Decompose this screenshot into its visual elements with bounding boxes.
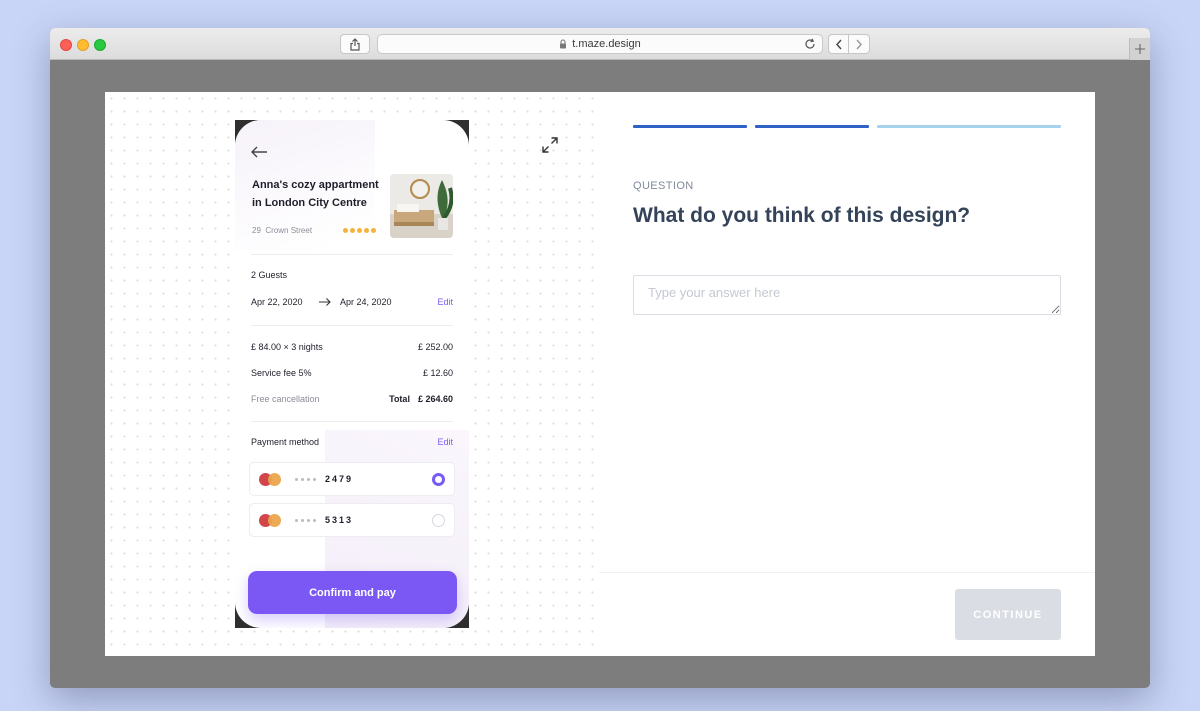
rating-stars (343, 228, 376, 233)
payment-card-option[interactable]: 5313 (249, 503, 455, 537)
share-button[interactable] (340, 34, 370, 54)
prototype-screen: Anna's cozy appartment in London City Ce… (235, 120, 469, 628)
reload-icon[interactable] (804, 38, 816, 50)
total-label: Total (389, 394, 410, 404)
mastercard-icon (259, 513, 281, 527)
total-row: Free cancellation Total £ 264.60 (251, 394, 453, 404)
back-arrow-icon[interactable] (249, 144, 269, 160)
service-fee-amount: £ 12.60 (422, 368, 453, 378)
lock-icon (559, 39, 567, 49)
forward-button[interactable] (849, 34, 870, 54)
address-number: 29 (252, 226, 261, 235)
divider (251, 325, 453, 326)
payment-card-option[interactable]: 2479 (249, 462, 455, 496)
arrow-right-icon (319, 298, 331, 306)
check-out-date: Apr 24, 2020 (340, 297, 392, 307)
card-last-four: 2479 (325, 474, 354, 484)
service-fee-row: Service fee 5% £ 12.60 (251, 368, 453, 378)
nights-amount: £ 252.00 (417, 342, 453, 352)
question-text: What do you think of this design? (633, 204, 971, 227)
edit-payment-link[interactable]: Edit (437, 437, 453, 447)
progress-bar (633, 125, 1061, 128)
card-radio-selected[interactable] (432, 472, 445, 486)
payment-method-label: Payment method (251, 437, 320, 447)
chevron-right-icon (856, 39, 862, 49)
listing-title: Anna's cozy appartment in London City Ce… (252, 179, 379, 209)
url-text: t.maze.design (572, 38, 641, 50)
new-tab-button[interactable] (1129, 38, 1150, 60)
masked-digits (295, 477, 316, 481)
service-fee-label: Service fee 5% (251, 368, 312, 378)
edit-dates-link[interactable]: Edit (437, 297, 453, 307)
close-window-button[interactable] (60, 39, 72, 51)
confirm-and-pay-button[interactable]: Confirm and pay (248, 571, 457, 614)
back-button[interactable] (828, 34, 849, 54)
divider (251, 254, 453, 255)
progress-segment (877, 125, 1061, 128)
total-amount: £ 264.60 (417, 394, 453, 404)
address-street: Crown Street (265, 226, 313, 235)
divider (251, 421, 453, 422)
nights-label: £ 84.00 × 3 nights (251, 342, 323, 352)
mastercard-icon (259, 472, 281, 486)
star-icon (357, 228, 362, 233)
prototype-preview: Anna's cozy appartment in London City Ce… (105, 92, 599, 656)
phone-frame: Anna's cozy appartment in London City Ce… (235, 120, 469, 628)
answer-input[interactable] (633, 275, 1061, 315)
star-icon (343, 228, 348, 233)
check-in-date: Apr 22, 2020 (251, 297, 303, 307)
star-icon (371, 228, 376, 233)
expand-icon[interactable] (541, 136, 559, 154)
progress-segment (755, 125, 869, 128)
browser-toolbar: t.maze.design (50, 28, 1150, 60)
guests-count: 2 Guests (251, 270, 288, 280)
progress-segment (633, 125, 747, 128)
listing-photo (390, 174, 453, 238)
card-radio[interactable] (432, 513, 445, 527)
address-bar[interactable]: t.maze.design (377, 34, 823, 54)
masked-digits (295, 518, 316, 522)
chevron-left-icon (835, 39, 842, 49)
minimize-window-button[interactable] (77, 39, 89, 51)
star-icon (364, 228, 369, 233)
share-icon (350, 37, 360, 51)
card-last-four: 5313 (325, 515, 354, 525)
nights-price-row: £ 84.00 × 3 nights £ 252.00 (251, 342, 453, 352)
question-panel: QUESTION What do you think of this desig… (599, 92, 1095, 656)
question-label: QUESTION (633, 180, 694, 192)
browser-window: t.maze.design Anna's cozy appartment in … (50, 28, 1150, 688)
star-icon (350, 228, 355, 233)
maze-test-panel: Anna's cozy appartment in London City Ce… (105, 92, 1095, 656)
footer-divider (599, 572, 1095, 573)
plus-icon (1135, 44, 1145, 54)
listing-address: 29 Crown Street (252, 226, 312, 235)
zoom-window-button[interactable] (94, 39, 106, 51)
free-cancellation-label: Free cancellation (251, 394, 320, 404)
continue-button[interactable]: CONTINUE (955, 589, 1061, 640)
